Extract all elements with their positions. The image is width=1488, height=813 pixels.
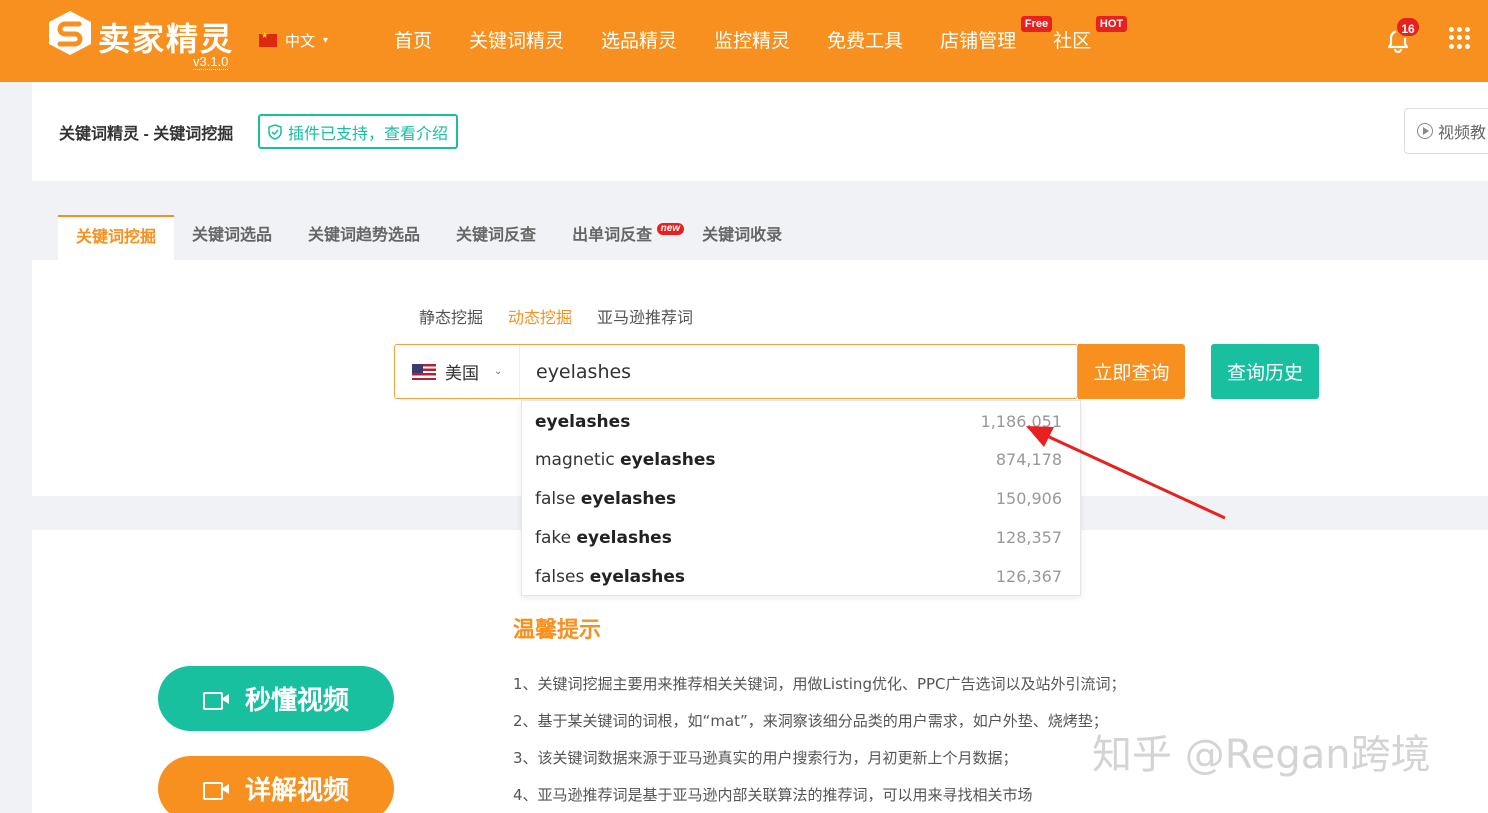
tip-item: 1、关键词挖掘主要用来推荐相关关键词，用做Listing优化、PPC广告选词以及… (513, 675, 1126, 693)
annotation-arrow-icon (1026, 426, 1226, 520)
suggestion-item[interactable]: eyelashes 1,186,051 (535, 402, 1062, 441)
top-navigation-bar: 卖家精灵 v3.1.0 中文 ▾ 首页 关键词精灵 选品精灵 监控精灵 免费工具… (0, 0, 1488, 82)
subtab-amazon-recommended[interactable]: 亚马逊推荐词 (597, 304, 693, 328)
search-history-button[interactable]: 查询历史 (1211, 344, 1319, 399)
page-header: 关键词精灵 - 关键词挖掘 插件已支持，查看介绍 视频教 (32, 82, 1488, 181)
search-volume: 126,367 (995, 567, 1062, 586)
subtab-static-mining[interactable]: 静态挖掘 (419, 304, 483, 328)
tab-keyword-mining[interactable]: 关键词挖掘 (58, 215, 175, 260)
free-badge: Free (1020, 16, 1053, 32)
tips-title: 温馨提示 (513, 617, 602, 642)
chevron-down-icon: ▾ (323, 35, 329, 46)
tab-keyword-product-selection[interactable]: 关键词选品 (174, 215, 290, 260)
video-tutorial-button[interactable]: 视频教 (1404, 108, 1488, 154)
nav-item-community[interactable]: 社区 HOT (1053, 16, 1128, 53)
china-flag-icon (259, 31, 277, 47)
tab-order-keyword-lookup[interactable]: 出单词反查 new (554, 215, 685, 260)
nav-item-home[interactable]: 首页 (394, 26, 432, 53)
keyword-suggestions-dropdown: eyelashes 1,186,051 magnetic eyelashes 8… (521, 400, 1081, 596)
feature-tabs: 关键词挖掘 关键词选品 关键词趋势选品 关键词反查 出单词反查 new 关键词收录 (58, 215, 800, 260)
detailed-video-button[interactable]: 详解视频 (158, 756, 394, 813)
tip-item: 4、亚马逊推荐词是基于亚马逊内部关联算法的推荐词，可以用来寻找相关市场 (513, 786, 1033, 804)
us-flag-icon (412, 363, 436, 380)
suggestion-item[interactable]: magnetic eyelashes 874,178 (535, 440, 1062, 479)
version-label[interactable]: v3.1.0 (193, 55, 229, 70)
plugin-support-link[interactable]: 插件已支持，查看介绍 (258, 114, 459, 149)
language-selector[interactable]: 中文 ▾ (259, 30, 328, 51)
hot-badge: HOT (1095, 16, 1128, 32)
search-box: 美国 ⌄ (394, 344, 1078, 399)
play-icon (1417, 123, 1433, 139)
suggestion-item[interactable]: false eyelashes 150,906 (535, 479, 1062, 518)
country-selector[interactable]: 美国 ⌄ (395, 345, 520, 398)
tips-list: 1、关键词挖掘主要用来推荐相关关键词，用做Listing优化、PPC广告选词以及… (513, 666, 1126, 813)
video-tutorial-label: 视频教 (1438, 125, 1487, 142)
nav-item-free-tools[interactable]: 免费工具 (827, 26, 903, 53)
keyword-search-input[interactable] (520, 345, 960, 398)
new-badge: new (656, 223, 685, 235)
tab-keyword-indexing[interactable]: 关键词收录 (684, 215, 800, 260)
suggestion-item[interactable]: falses eyelashes 126,367 (535, 557, 1062, 596)
country-label: 美国 (445, 364, 479, 383)
brand-logo-icon[interactable] (48, 10, 92, 56)
video-camera-icon (202, 690, 229, 710)
tab-keyword-trend-selection[interactable]: 关键词趋势选品 (290, 215, 438, 260)
plugin-support-label: 插件已支持，查看介绍 (288, 125, 449, 143)
tip-item: 3、该关键词数据来源于亚马逊真实的用户搜索行为，月初更新上个月数据； (513, 749, 1018, 767)
tab-keyword-reverse-lookup[interactable]: 关键词反查 (438, 215, 554, 260)
apps-grid-icon[interactable] (1449, 27, 1471, 49)
shield-check-icon (268, 123, 282, 140)
mining-mode-tabs: 静态挖掘 动态挖掘 亚马逊推荐词 (419, 304, 693, 328)
video-camera-icon (202, 780, 229, 800)
tip-item: 2、基于某关键词的词根，如“mat”，来洞察该细分品类的用户需求，如户外垫、烧烤… (513, 712, 1108, 730)
subtab-dynamic-mining[interactable]: 动态挖掘 (508, 304, 572, 328)
detailed-video-label: 详解视频 (244, 775, 349, 805)
notification-count-badge: 16 (1395, 16, 1421, 38)
nav-item-product-genie[interactable]: 选品精灵 (601, 26, 677, 53)
quick-video-label: 秒懂视频 (244, 685, 349, 715)
suggestion-item[interactable]: fake eyelashes 128,357 (535, 518, 1062, 557)
language-label: 中文 (285, 33, 316, 50)
nav-item-store-management[interactable]: 店铺管理 Free (940, 16, 1053, 53)
search-submit-button[interactable]: 立即查询 (1078, 344, 1185, 399)
main-nav: 首页 关键词精灵 选品精灵 监控精灵 免费工具 店铺管理 Free 社区 HOT (394, 16, 1128, 53)
watermark: 知乎 @Regan跨境 (1092, 732, 1431, 778)
nav-item-monitor-genie[interactable]: 监控精灵 (714, 26, 790, 53)
breadcrumb: 关键词精灵 - 关键词挖掘 (59, 126, 234, 143)
chevron-down-icon: ⌄ (494, 366, 503, 377)
search-volume: 128,357 (995, 528, 1062, 547)
quick-video-button[interactable]: 秒懂视频 (158, 666, 394, 731)
nav-item-keyword-genie[interactable]: 关键词精灵 (469, 26, 564, 53)
